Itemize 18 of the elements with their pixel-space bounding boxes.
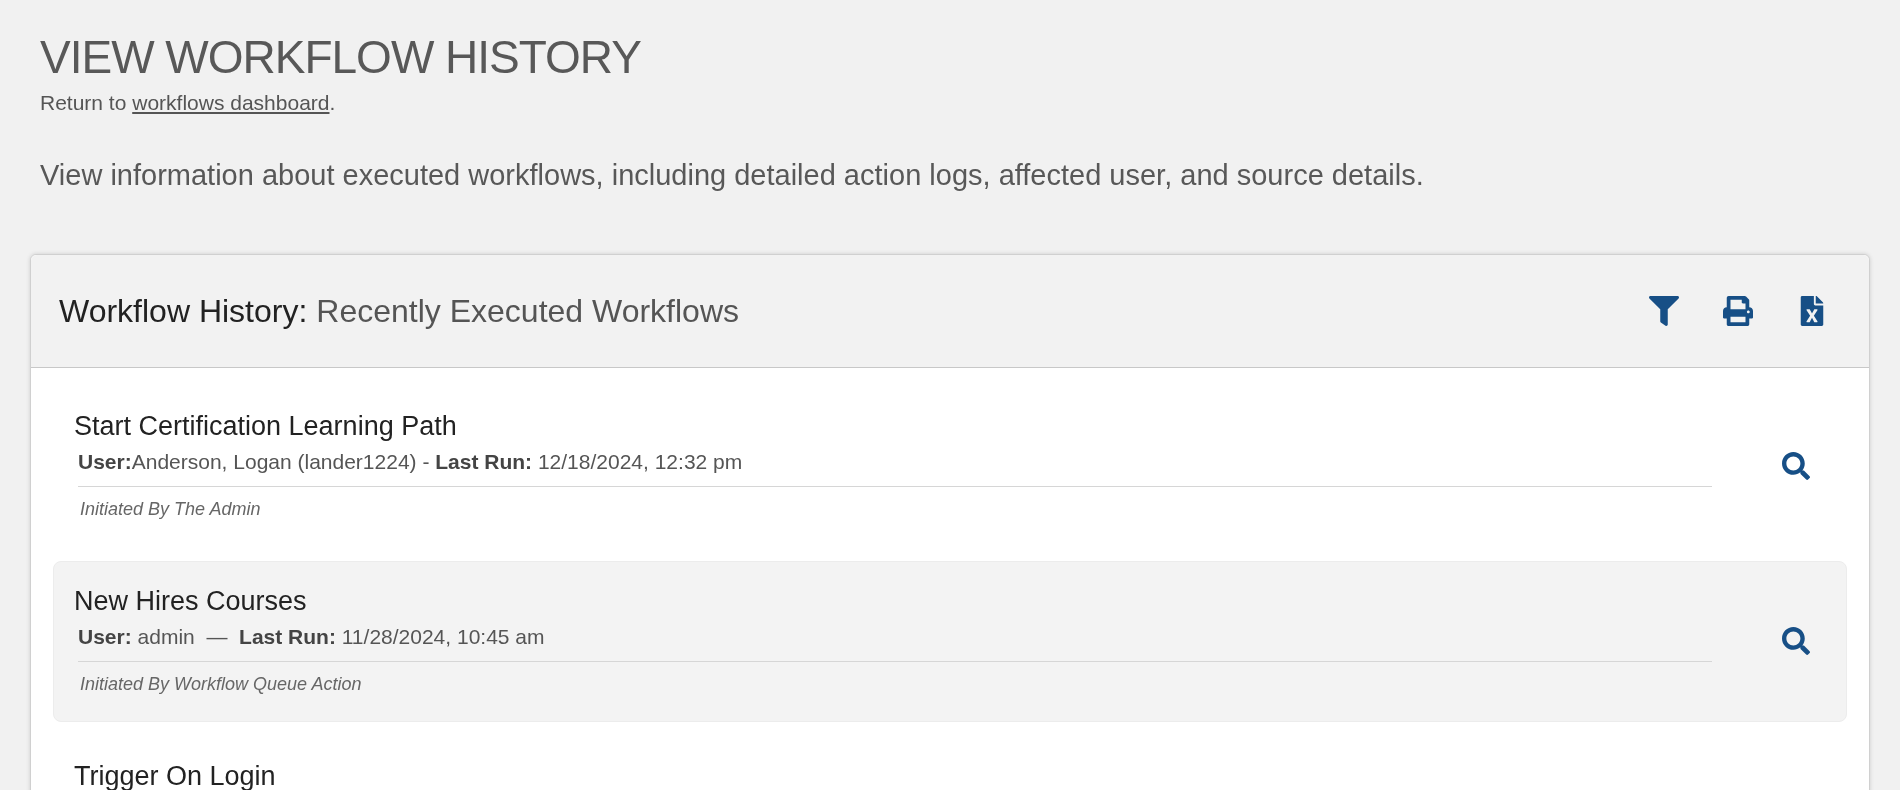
workflow-name: Start Certification Learning Path	[74, 411, 458, 443]
initiated-by-text: Initiated By The Admin	[80, 499, 262, 521]
workflow-item[interactable]: New Hires Courses User: admin — Last Run: 11/28/2024, 10:45 am Initiated By Workflow Queue Action	[53, 561, 1847, 723]
page-title: VIEW WORKFLOW HISTORY	[40, 30, 642, 85]
workflow-meta: User:Anderson, Logan (lander1224) - Last Run: 12/18/2024, 12:32 pm	[78, 450, 1712, 488]
view-details-button[interactable]	[1782, 451, 1810, 480]
panel-title: Recently Executed Workflows	[316, 292, 739, 330]
filter-button[interactable]	[1649, 296, 1679, 327]
page-description: View information about executed workflows, including detailed action logs, affected user, and source details.	[40, 159, 1425, 193]
return-text: Return to workflows dashboard.	[40, 91, 337, 116]
workflow-name: New Hires Courses	[74, 586, 308, 618]
initiated-by-text: Initiated By Workflow Queue Action	[80, 674, 363, 696]
print-button[interactable]	[1723, 296, 1753, 327]
dashboard-link[interactable]: workflows dashboard	[132, 91, 330, 115]
workflow-name: Trigger On Login	[74, 761, 277, 790]
workflow-meta: User: admin — Last Run: 11/28/2024, 10:45 am	[78, 625, 1712, 663]
view-details-button[interactable]	[1782, 626, 1810, 655]
panel-title-prefix: Workflow History:	[59, 292, 308, 330]
